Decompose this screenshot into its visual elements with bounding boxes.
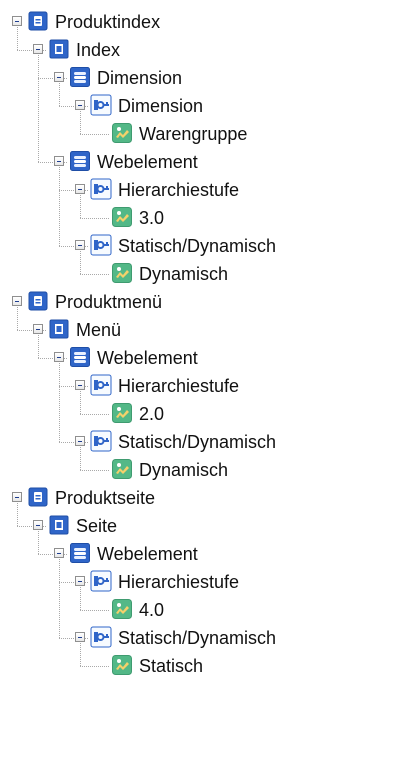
- tree-item[interactable]: Dimension: [0, 64, 418, 92]
- expand-collapse-toggle[interactable]: [75, 240, 85, 250]
- tree-item[interactable]: Produktseite: [0, 484, 418, 512]
- stack-icon: [69, 150, 91, 172]
- key-icon: [90, 430, 112, 452]
- tree-item-label: Statisch/Dynamisch: [118, 432, 277, 452]
- tree-item[interactable]: 4.0: [0, 596, 418, 624]
- tree-item[interactable]: Seite: [0, 512, 418, 540]
- tree-item-label: 3.0: [139, 208, 165, 228]
- tree-item-label: Statisch: [139, 656, 204, 676]
- tree-item[interactable]: Webelement: [0, 540, 418, 568]
- tree-item[interactable]: Dimension: [0, 92, 418, 120]
- stack-icon: [69, 542, 91, 564]
- key-icon: [90, 178, 112, 200]
- expand-collapse-toggle[interactable]: [12, 296, 22, 306]
- tree-item-label: 4.0: [139, 600, 165, 620]
- tree-item[interactable]: Dynamisch: [0, 260, 418, 288]
- tree-item-label: Hierarchiestufe: [118, 180, 240, 200]
- tree-item[interactable]: Index: [0, 36, 418, 64]
- tree-item[interactable]: Menü: [0, 316, 418, 344]
- key-icon: [90, 374, 112, 396]
- database-icon: [27, 486, 49, 508]
- expand-collapse-toggle[interactable]: [54, 72, 64, 82]
- tree-item[interactable]: Statisch/Dynamisch: [0, 624, 418, 652]
- tree-item-label: Produktmenü: [55, 292, 163, 312]
- value-icon: [111, 654, 133, 676]
- index-icon: [48, 514, 70, 536]
- tree-item[interactable]: Hierarchiestufe: [0, 568, 418, 596]
- expand-collapse-toggle[interactable]: [12, 492, 22, 502]
- tree-item-label: Produktseite: [55, 488, 156, 508]
- expand-collapse-toggle[interactable]: [75, 632, 85, 642]
- value-icon: [111, 402, 133, 424]
- expand-collapse-toggle[interactable]: [33, 324, 43, 334]
- expand-collapse-toggle[interactable]: [75, 184, 85, 194]
- tree-item-label: Produktindex: [55, 12, 161, 32]
- tree-item[interactable]: Statisch/Dynamisch: [0, 428, 418, 456]
- tree-item[interactable]: Statisch: [0, 652, 418, 680]
- key-icon: [90, 234, 112, 256]
- tree-item-label: Dimension: [118, 96, 204, 116]
- tree-item-label: Menü: [76, 320, 122, 340]
- tree-item[interactable]: Produktindex: [0, 8, 418, 36]
- tree-item-label: Dynamisch: [139, 264, 229, 284]
- tree-item-label: Webelement: [97, 348, 198, 368]
- tree-item[interactable]: Hierarchiestufe: [0, 372, 418, 400]
- value-icon: [111, 262, 133, 284]
- expand-collapse-toggle[interactable]: [54, 548, 64, 558]
- tree-item[interactable]: Produktmenü: [0, 288, 418, 316]
- expand-collapse-toggle[interactable]: [33, 44, 43, 54]
- stack-icon: [69, 66, 91, 88]
- expand-collapse-toggle[interactable]: [75, 380, 85, 390]
- tree-item[interactable]: Statisch/Dynamisch: [0, 232, 418, 260]
- tree-item[interactable]: Webelement: [0, 148, 418, 176]
- key-icon: [90, 94, 112, 116]
- index-icon: [48, 38, 70, 60]
- expand-collapse-toggle[interactable]: [75, 436, 85, 446]
- value-icon: [111, 122, 133, 144]
- value-icon: [111, 458, 133, 480]
- tree-item-label: Webelement: [97, 544, 198, 564]
- value-icon: [111, 598, 133, 620]
- tree-item[interactable]: 3.0: [0, 204, 418, 232]
- key-icon: [90, 626, 112, 648]
- tree-item[interactable]: Hierarchiestufe: [0, 176, 418, 204]
- tree-item-label: Statisch/Dynamisch: [118, 628, 277, 648]
- index-icon: [48, 318, 70, 340]
- tree-item-label: Warengruppe: [139, 124, 248, 144]
- tree-item[interactable]: Warengruppe: [0, 120, 418, 148]
- value-icon: [111, 206, 133, 228]
- tree-item-label: Seite: [76, 516, 118, 536]
- expand-collapse-toggle[interactable]: [75, 576, 85, 586]
- expand-collapse-toggle[interactable]: [54, 352, 64, 362]
- database-icon: [27, 10, 49, 32]
- tree-item-label: Webelement: [97, 152, 198, 172]
- expand-collapse-toggle[interactable]: [75, 100, 85, 110]
- tree-item-label: Hierarchiestufe: [118, 376, 240, 396]
- tree-item[interactable]: 2.0: [0, 400, 418, 428]
- expand-collapse-toggle[interactable]: [12, 16, 22, 26]
- key-icon: [90, 570, 112, 592]
- tree-item-label: Dimension: [97, 68, 183, 88]
- expand-collapse-toggle[interactable]: [54, 156, 64, 166]
- tree-item[interactable]: Webelement: [0, 344, 418, 372]
- tree-item-label: 2.0: [139, 404, 165, 424]
- expand-collapse-toggle[interactable]: [33, 520, 43, 530]
- tree-view: Produktindex Index Dimension Dimension W…: [0, 0, 418, 776]
- stack-icon: [69, 346, 91, 368]
- tree-item-label: Index: [76, 40, 121, 60]
- tree-item-label: Dynamisch: [139, 460, 229, 480]
- tree-item-label: Hierarchiestufe: [118, 572, 240, 592]
- tree-item-label: Statisch/Dynamisch: [118, 236, 277, 256]
- database-icon: [27, 290, 49, 312]
- tree-item[interactable]: Dynamisch: [0, 456, 418, 484]
